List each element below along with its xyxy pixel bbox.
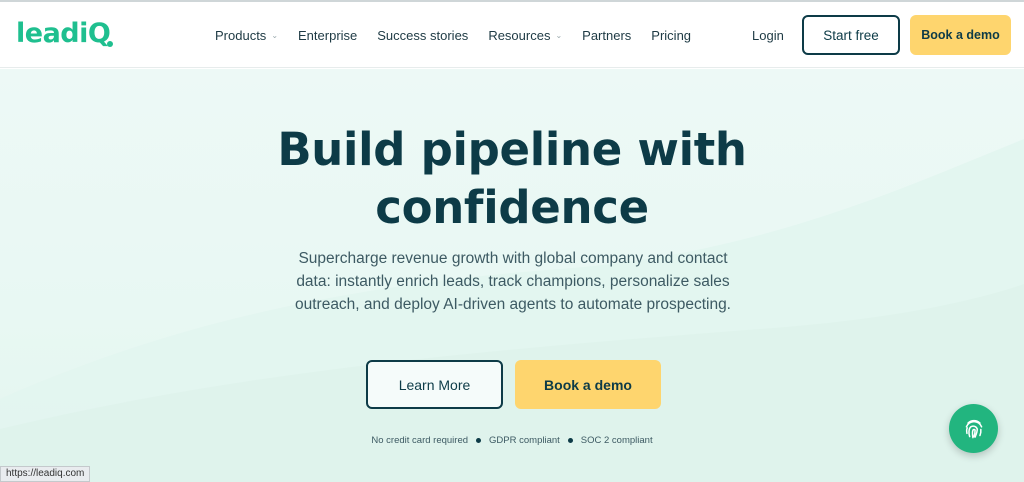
book-demo-button-header[interactable]: Book a demo (910, 15, 1011, 55)
hero-subtitle: Supercharge revenue growth with global c… (294, 250, 731, 313)
status-bar-url: https://leadiq.com (0, 466, 91, 482)
nav-item-partners[interactable]: Partners (582, 28, 631, 43)
nav-item-success-stories[interactable]: Success stories (377, 28, 468, 43)
compliance-item: SOC 2 compliant (580, 435, 653, 446)
nav-item-products[interactable]: Products ⌄ (215, 28, 278, 43)
nav-item-label: Partners (582, 27, 632, 43)
logo-text: leadiQ (16, 18, 111, 49)
nav-item-pricing[interactable]: Pricing (651, 28, 691, 43)
nav-item-enterprise[interactable]: Enterprise (298, 28, 357, 43)
nav-item-label: Resources (488, 27, 551, 43)
title-line-2: confidence (375, 181, 649, 234)
book-demo-button-hero[interactable]: Book a demo (515, 360, 661, 409)
compliance-item: GDPR compliant (489, 435, 560, 446)
nav-item-label: Enterprise (298, 27, 358, 43)
bullet-dot-icon (567, 438, 573, 443)
login-link[interactable]: Login (752, 28, 784, 43)
page-title: Build pipeline with confidence (0, 121, 1024, 237)
nav-item-resources[interactable]: Resources ⌄ (488, 28, 562, 43)
start-free-button[interactable]: Start free (802, 15, 900, 55)
logo-dot-icon (107, 40, 114, 47)
site-header: leadiQ Products ⌄ Enterprise Success sto… (0, 2, 1024, 68)
chevron-down-icon: ⌄ (555, 30, 563, 40)
fingerprint-icon (965, 419, 982, 438)
learn-more-button[interactable]: Learn More (366, 360, 503, 409)
compliance-list: No credit card required GDPR compliant S… (0, 435, 1024, 446)
chat-launcher-button[interactable] (949, 404, 998, 453)
title-line-1: Build pipeline with (277, 123, 747, 176)
logo[interactable]: leadiQ (16, 18, 114, 49)
main-nav: Products ⌄ Enterprise Success stories Re… (215, 2, 711, 68)
nav-item-label: Success stories (377, 27, 469, 43)
bullet-dot-icon (476, 438, 482, 443)
chevron-down-icon: ⌄ (271, 30, 279, 40)
nav-item-label: Pricing (651, 27, 692, 43)
compliance-item: No credit card required (371, 435, 469, 446)
hero-section: Build pipeline with confidence Superchar… (0, 69, 1024, 482)
nav-item-label: Products (215, 27, 267, 43)
